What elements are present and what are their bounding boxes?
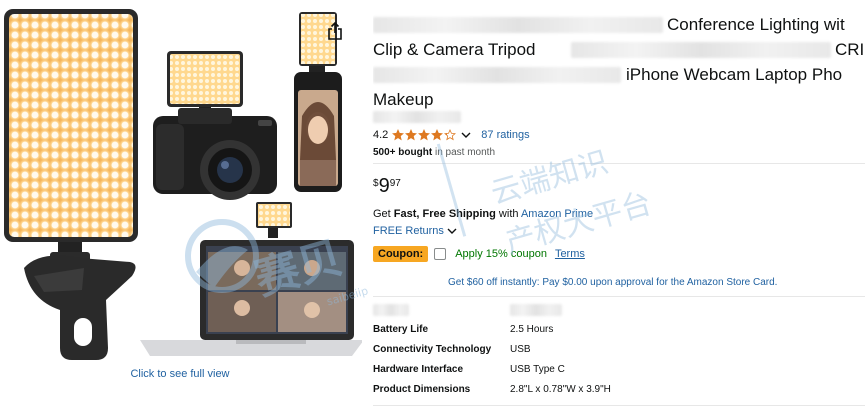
bought-in-past-month: 500+ bought in past month: [373, 147, 495, 158]
star-icon: [431, 129, 444, 141]
redacted-text: [373, 67, 621, 83]
bought-suffix: in past month: [432, 147, 495, 158]
title-line-3: iPhone Webcam Laptop Pho: [373, 62, 865, 87]
coupon-apply-text[interactable]: Apply 15% coupon: [455, 248, 547, 260]
title-line-4: Makeup: [373, 87, 865, 112]
store-card-offer-link[interactable]: Get $60 off instantly: Pay $0.00 upon ap…: [448, 277, 777, 288]
spec-value: USB Type C: [510, 364, 565, 375]
spec-key: Battery Life: [373, 324, 429, 335]
full-view-link[interactable]: Click to see full view: [0, 368, 360, 380]
redacted-text: [571, 42, 831, 58]
spec-key: Product Dimensions: [373, 384, 471, 395]
product-title: Conference Lighting wit Clip & Camera Tr…: [373, 12, 865, 112]
coupon-terms-link[interactable]: Terms: [555, 248, 585, 260]
product-main-image[interactable]: [0, 0, 362, 365]
shipping-middle: with: [495, 208, 521, 220]
star-icon: [405, 129, 418, 141]
divider: [373, 405, 865, 406]
star-icon: [392, 129, 405, 141]
chevron-down-icon[interactable]: [461, 131, 471, 139]
title-line-2: Clip & Camera Tripod CRI: [373, 37, 865, 62]
spec-value: USB: [510, 344, 531, 355]
coupon-badge: Coupon:: [373, 246, 429, 262]
redacted-text: [510, 304, 562, 316]
store-link-redacted[interactable]: [373, 111, 461, 123]
divider: [373, 163, 865, 164]
price-whole: 9: [378, 175, 390, 197]
spec-key: Hardware Interface: [373, 364, 464, 375]
free-returns-label: FREE Returns: [373, 225, 444, 237]
redacted-text: [373, 17, 663, 33]
star-icon: [444, 129, 457, 141]
spec-key: Connectivity Technology: [373, 344, 492, 355]
title-line-1: Conference Lighting wit: [373, 12, 865, 37]
watermark-cn-text-1: 云端知识: [487, 145, 612, 212]
ratings-count-link[interactable]: 87 ratings: [481, 129, 529, 141]
coupon-row: Coupon: Apply 15% coupon Terms: [373, 245, 585, 263]
shipping-bold: Fast, Free Shipping: [393, 208, 496, 220]
amazon-prime-link[interactable]: Amazon Prime: [521, 208, 593, 220]
title-text: Conference Lighting wit: [667, 15, 845, 34]
share-icon[interactable]: [327, 22, 343, 40]
price-fraction: 97: [389, 178, 401, 189]
spec-value: 2.8"L x 0.78"W x 3.9"H: [510, 384, 611, 395]
price: $ 9 97: [373, 175, 401, 197]
divider: [373, 296, 865, 297]
chevron-down-icon: [447, 228, 457, 234]
shipping-info: Get Fast, Free Shipping with Amazon Prim…: [373, 208, 593, 220]
redacted-text: [373, 304, 409, 316]
spec-value: 2.5 Hours: [510, 324, 554, 335]
coupon-checkbox[interactable]: [434, 248, 447, 260]
product-image-gallery: Click to see full view: [0, 0, 362, 409]
title-text: iPhone Webcam Laptop Pho: [626, 65, 843, 84]
bought-count: 500+ bought: [373, 147, 433, 158]
rating-row: 4.2 87 ratings: [373, 127, 530, 143]
free-returns-link[interactable]: FREE Returns: [373, 225, 457, 237]
title-text: CRI: [835, 40, 865, 59]
title-text: Clip & Camera Tripod: [373, 40, 536, 59]
rating-value: 4.2: [373, 129, 389, 141]
star-icon: [418, 129, 431, 141]
shipping-prefix: Get: [373, 208, 394, 220]
star-rating[interactable]: [392, 129, 457, 141]
title-text: Makeup: [373, 90, 434, 109]
